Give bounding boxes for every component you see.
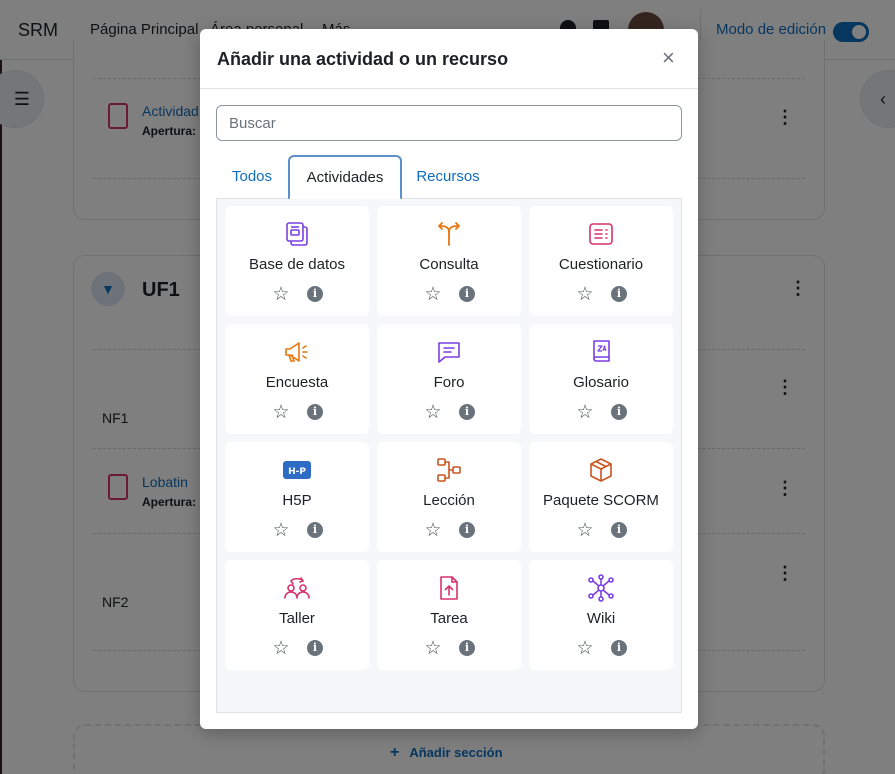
tab-all[interactable]: Todos — [216, 155, 288, 200]
info-icon[interactable]: i — [307, 522, 323, 538]
star-icon[interactable]: ☆ — [575, 639, 595, 659]
workshop-icon — [283, 574, 311, 602]
activity-label: Wiki — [586, 610, 616, 627]
activity-item-h5p[interactable]: H-P H5P ☆ i — [225, 442, 369, 552]
activity-label: Base de datos — [249, 256, 345, 273]
activity-label: Encuesta — [265, 374, 329, 391]
activity-chooser-modal: Añadir una actividad o un recurso × Todo… — [200, 29, 698, 729]
star-icon[interactable]: ☆ — [271, 285, 291, 305]
info-icon[interactable]: i — [307, 640, 323, 656]
wiki-icon — [587, 574, 615, 602]
tab-resources[interactable]: Recursos — [406, 155, 490, 200]
info-icon[interactable]: i — [611, 522, 627, 538]
star-icon[interactable]: ☆ — [423, 521, 443, 541]
info-icon[interactable]: i — [459, 404, 475, 420]
modal-header: Añadir una actividad o un recurso × — [200, 29, 698, 89]
star-icon[interactable]: ☆ — [575, 403, 595, 423]
tab-activities[interactable]: Actividades — [288, 155, 402, 200]
activity-item-database[interactable]: Base de datos ☆ i — [225, 206, 369, 316]
activity-item-workshop[interactable]: Taller ☆ i — [225, 560, 369, 670]
info-icon[interactable]: i — [459, 522, 475, 538]
activity-label: Taller — [279, 610, 315, 627]
activity-label: Cuestionario — [558, 256, 644, 273]
activity-item-wiki[interactable]: Wiki ☆ i — [529, 560, 673, 670]
activity-item-lesson[interactable]: Lección ☆ i — [377, 442, 521, 552]
activity-item-glossary[interactable]: Glosario ☆ i — [529, 324, 673, 434]
lesson-icon — [435, 456, 463, 484]
choice-icon — [435, 220, 463, 248]
info-icon[interactable]: i — [611, 404, 627, 420]
info-icon[interactable]: i — [459, 640, 475, 656]
star-icon[interactable]: ☆ — [271, 403, 291, 423]
quiz-icon — [587, 220, 615, 248]
forum-icon — [435, 338, 463, 366]
activity-label: Foro — [433, 374, 465, 391]
modal-title: Añadir una actividad o un recurso — [217, 49, 509, 69]
database-icon — [283, 220, 311, 248]
info-icon[interactable]: i — [459, 286, 475, 302]
activity-label: Tarea — [430, 610, 468, 627]
star-icon[interactable]: ☆ — [423, 285, 443, 305]
star-icon[interactable]: ☆ — [575, 521, 595, 541]
star-icon[interactable]: ☆ — [271, 521, 291, 541]
activity-label: Lección — [423, 492, 475, 509]
glossary-icon — [587, 338, 615, 366]
star-icon[interactable]: ☆ — [271, 639, 291, 659]
package-icon — [587, 456, 615, 484]
activity-label: H5P — [282, 492, 312, 509]
activity-item-assignment[interactable]: Tarea ☆ i — [377, 560, 521, 670]
assignment-icon — [435, 574, 463, 602]
activity-grid: Base de datos ☆ i Consulta ☆ i Cuestiona… — [225, 206, 673, 670]
info-icon[interactable]: i — [307, 286, 323, 302]
activity-label: Glosario — [573, 374, 629, 391]
star-icon[interactable]: ☆ — [423, 403, 443, 423]
chooser-tabs: Todos Actividades Recursos — [216, 155, 682, 200]
activity-item-forum[interactable]: Foro ☆ i — [377, 324, 521, 434]
activity-item-choice[interactable]: Consulta ☆ i — [377, 206, 521, 316]
svg-text:H-P: H-P — [288, 467, 306, 477]
activity-label: Consulta — [419, 256, 479, 273]
activity-item-survey[interactable]: Encuesta ☆ i — [225, 324, 369, 434]
megaphone-icon — [283, 338, 311, 366]
info-icon[interactable]: i — [611, 640, 627, 656]
activity-item-scorm[interactable]: Paquete SCORM ☆ i — [529, 442, 673, 552]
activity-list: Base de datos ☆ i Consulta ☆ i Cuestiona… — [216, 199, 682, 713]
info-icon[interactable]: i — [611, 286, 627, 302]
search-input[interactable] — [216, 105, 682, 141]
info-icon[interactable]: i — [307, 404, 323, 420]
close-icon[interactable]: × — [662, 47, 675, 69]
activity-label: Paquete SCORM — [543, 492, 659, 509]
star-icon[interactable]: ☆ — [575, 285, 595, 305]
activity-item-quiz[interactable]: Cuestionario ☆ i — [529, 206, 673, 316]
h5p-icon: H-P — [283, 456, 311, 484]
star-icon[interactable]: ☆ — [423, 639, 443, 659]
